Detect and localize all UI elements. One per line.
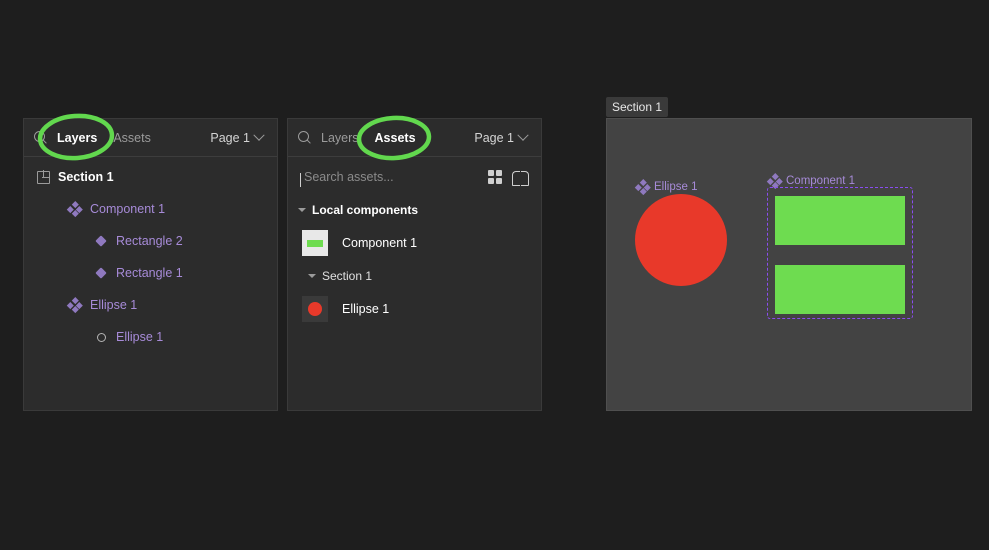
layer-row-rectangle-1[interactable]: Rectangle 1 <box>24 257 277 289</box>
canvas-shape-rectangle-1[interactable] <box>775 265 905 314</box>
text-caret <box>300 173 301 187</box>
component-icon <box>635 179 651 195</box>
page-selector[interactable]: Page 1 <box>474 129 531 145</box>
canvas-shape-ellipse-1[interactable] <box>635 194 727 286</box>
asset-group-local-components[interactable]: Local components <box>288 197 541 223</box>
layer-row-rectangle-2[interactable]: Rectangle 2 <box>24 225 277 257</box>
caret-down-icon <box>298 208 306 212</box>
canvas-shape-rectangle-2[interactable] <box>775 196 905 245</box>
instance-icon <box>92 235 110 247</box>
layer-label: Ellipse 1 <box>116 330 164 344</box>
asset-item-ellipse-1[interactable]: Ellipse 1 <box>288 289 541 329</box>
layer-label: Component 1 <box>90 202 166 216</box>
asset-label: Ellipse 1 <box>342 302 390 316</box>
canvas-section-badge[interactable]: Section 1 <box>606 97 669 117</box>
tab-layers[interactable]: Layers <box>313 119 367 157</box>
chevron-down-icon <box>253 129 265 141</box>
search-assets-input[interactable]: Search assets... <box>300 170 478 187</box>
layer-label: Rectangle 2 <box>116 234 183 248</box>
layer-row-ellipse-1[interactable]: Ellipse 1 <box>24 321 277 353</box>
layers-tree: Section 1 Component 1 Rectangle 2 Rectan… <box>24 157 277 353</box>
layer-row-component-1[interactable]: Component 1 <box>24 193 277 225</box>
tab-layers[interactable]: Layers <box>49 119 105 157</box>
asset-group-title: Section 1 <box>322 269 373 283</box>
search-icon[interactable] <box>34 131 47 144</box>
page-selector-label: Page 1 <box>210 130 250 145</box>
asset-item-component-1[interactable]: Component 1 <box>288 223 541 263</box>
grid-view-icon[interactable] <box>488 170 502 184</box>
library-book-icon[interactable] <box>512 170 529 186</box>
asset-label: Component 1 <box>342 236 418 250</box>
app-root: Layers Assets Page 1 Section 1 Component… <box>0 0 989 550</box>
layer-label: Rectangle 1 <box>116 266 183 280</box>
search-icon[interactable] <box>298 131 311 144</box>
chevron-down-icon <box>517 129 529 141</box>
instance-icon <box>92 267 110 279</box>
caret-down-icon <box>308 274 316 278</box>
canvas-node-label-component-1[interactable]: Component 1 <box>767 173 856 189</box>
section-icon <box>34 170 52 184</box>
assets-panel-tabbar: Layers Assets Page 1 <box>288 119 541 157</box>
node-label-text: Component 1 <box>786 175 856 187</box>
tab-assets[interactable]: Assets <box>367 119 424 157</box>
tab-assets[interactable]: Assets <box>105 119 159 157</box>
asset-thumbnail <box>302 230 328 256</box>
asset-group-section-1[interactable]: Section 1 <box>288 263 541 289</box>
canvas-node-label-ellipse-1[interactable]: Ellipse 1 <box>635 179 698 195</box>
ellipse-icon <box>92 332 110 342</box>
component-icon <box>66 201 84 217</box>
search-placeholder: Search assets... <box>304 170 394 184</box>
node-label-text: Ellipse 1 <box>654 181 698 193</box>
asset-group-title: Local components <box>312 203 419 217</box>
layer-row-ellipse-1-component[interactable]: Ellipse 1 <box>24 289 277 321</box>
layers-panel: Layers Assets Page 1 Section 1 Component… <box>23 118 278 411</box>
layer-label: Section 1 <box>58 170 114 184</box>
component-icon <box>66 297 84 313</box>
layer-row-section-1[interactable]: Section 1 <box>24 161 277 193</box>
page-selector-label: Page 1 <box>474 130 514 145</box>
page-selector[interactable]: Page 1 <box>210 129 267 145</box>
component-icon <box>767 173 783 189</box>
layer-label: Ellipse 1 <box>90 298 138 312</box>
assets-panel: Layers Assets Page 1 Search assets... Lo… <box>287 118 542 411</box>
layers-panel-tabbar: Layers Assets Page 1 <box>24 119 277 157</box>
assets-search-bar: Search assets... <box>288 157 541 197</box>
assets-list: Local components Component 1 Section 1 E… <box>288 197 541 329</box>
asset-thumbnail <box>302 296 328 322</box>
